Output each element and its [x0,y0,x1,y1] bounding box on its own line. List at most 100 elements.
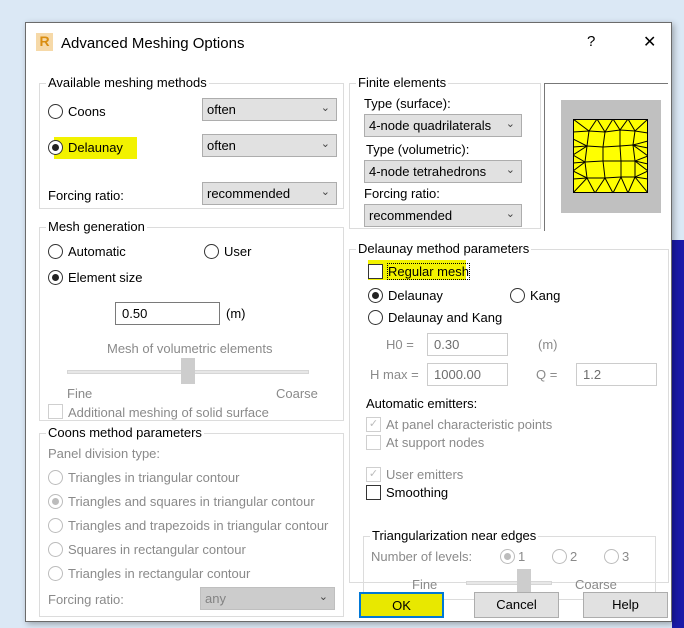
group-legend: Triangularization near edges [370,528,539,543]
automatic-emitters-label: Automatic emitters: [366,396,478,411]
hmax-label: H max = [370,367,419,382]
fe-forcing-select[interactable]: recommended ⌄ [364,204,522,227]
select-value: any [205,591,226,606]
group-legend: Available meshing methods [46,75,209,90]
element-size-input[interactable]: 0.50 [115,302,220,325]
volumetric-slider-thumb[interactable] [181,358,195,384]
fine-label: Fine [67,386,93,401]
user-radio[interactable] [204,244,219,259]
level-label: 2 [570,549,578,564]
select-value: recommended [369,208,453,223]
q-input[interactable]: 1.2 [576,363,657,386]
chevron-down-icon: ⌄ [320,102,330,114]
element-size-label: Element size [68,270,143,285]
fe-forcing-label: Forcing ratio: [364,186,440,201]
mesh-preview [544,83,668,231]
division-radio[interactable] [48,566,63,581]
automatic-radio[interactable] [48,244,63,259]
division-radio[interactable] [48,542,63,557]
regular-mesh-label: Regular mesh [387,263,470,280]
division-radio[interactable] [48,470,63,485]
h0-input[interactable]: 0.30 [427,333,508,356]
at-panel-label: At panel characteristic points [386,417,553,432]
smoothing-checkbox[interactable] [366,485,381,500]
finite-elements-group: Finite elements Type (surface): 4-node q… [349,75,541,229]
delaunay-method-label: Delaunay [388,288,443,303]
element-size-radio[interactable] [48,270,63,285]
level-radio-2[interactable] [552,549,567,564]
help-button[interactable]: Help [583,592,668,618]
delaunay-radio[interactable] [48,140,63,155]
panel-division-label: Panel division type: [48,446,161,461]
division-option: Triangles and squares in triangular cont… [68,494,315,509]
division-option: Triangles and trapezoids in triangular c… [68,518,329,533]
division-option: Triangles in triangular contour [68,470,240,485]
cancel-button[interactable]: Cancel [474,592,559,618]
ok-button[interactable]: OK [359,592,444,618]
at-support-checkbox[interactable] [366,435,381,450]
available-methods-group: Available meshing methods Coons often ⌄ D… [39,75,344,209]
group-legend: Mesh generation [46,219,147,234]
chevron-down-icon: ⌄ [505,208,515,220]
close-icon[interactable]: ✕ [643,32,656,52]
surface-type-label: Type (surface): [364,96,451,111]
fine-label: Fine [412,577,438,592]
kang-radio[interactable] [510,288,525,303]
q-label: Q = [536,367,558,382]
hmax-input[interactable]: 1000.00 [427,363,508,386]
select-value: often [207,102,236,117]
smoothing-label: Smoothing [386,485,449,500]
coarse-label: Coarse [276,386,318,401]
triangularization-group: Triangularization near edges Number of l… [363,528,656,600]
level-label: 1 [518,549,526,564]
level-radio-1[interactable] [500,549,515,564]
delaunay-label: Delaunay [68,140,123,155]
select-value: 4-node tetrahedrons [369,164,487,179]
advanced-meshing-dialog: R Advanced Meshing Options ? ✕ Available… [25,22,672,622]
unit-label: (m) [226,306,246,321]
forcing-ratio-select[interactable]: recommended ⌄ [202,182,337,205]
chevron-down-icon: ⌄ [320,138,330,150]
automatic-label: Automatic [68,244,126,259]
division-radio[interactable] [48,494,63,509]
levels-label: Number of levels: [371,549,473,564]
h0-label: H0 = [386,337,414,352]
delaunay-params-group: Delaunay method parameters Regular mesh … [349,241,669,600]
additional-meshing-checkbox[interactable] [48,404,63,419]
volumetric-type-select[interactable]: 4-node tetrahedrons ⌄ [364,160,522,183]
at-support-label: At support nodes [386,435,485,450]
delaunay-kang-radio[interactable] [368,310,383,325]
regular-mesh-checkbox[interactable] [368,264,383,279]
h0-unit: (m) [538,337,558,352]
coons-label: Coons [68,104,106,119]
group-legend: Coons method parameters [46,425,204,440]
surface-type-select[interactable]: 4-node quadrilaterals ⌄ [364,114,522,137]
background-view [672,240,684,628]
coons-forcing-select[interactable]: any ⌄ [200,587,335,610]
coons-forcing-label: Forcing ratio: [48,592,124,607]
group-legend: Delaunay method parameters [356,241,532,256]
at-panel-checkbox[interactable]: ✓ [366,417,381,432]
level-radio-3[interactable] [604,549,619,564]
user-emitters-label: User emitters [386,467,464,482]
chevron-down-icon: ⌄ [505,118,515,130]
levels-slider-track[interactable] [466,581,552,585]
mesh-generation-group: Mesh generation Automatic User Element s… [39,219,344,421]
coons-radio[interactable] [48,104,63,119]
select-value: recommended [207,186,291,201]
mesh-preview-image [573,119,648,193]
chevron-down-icon: ⌄ [318,591,328,603]
volumetric-type-label: Type (volumetric): [366,142,470,157]
delaunay-frequency-select[interactable]: often ⌄ [202,134,337,157]
delaunay-method-radio[interactable] [368,288,383,303]
level-label: 3 [622,549,630,564]
help-icon[interactable]: ? [587,33,595,50]
division-radio[interactable] [48,518,63,533]
chevron-down-icon: ⌄ [505,164,515,176]
volumetric-label: Mesh of volumetric elements [107,341,273,356]
coons-frequency-select[interactable]: often ⌄ [202,98,337,121]
division-option: Triangles in rectangular contour [68,566,251,581]
user-label: User [224,244,252,259]
additional-meshing-label: Additional meshing of solid surface [68,405,269,420]
user-emitters-checkbox[interactable]: ✓ [366,467,381,482]
